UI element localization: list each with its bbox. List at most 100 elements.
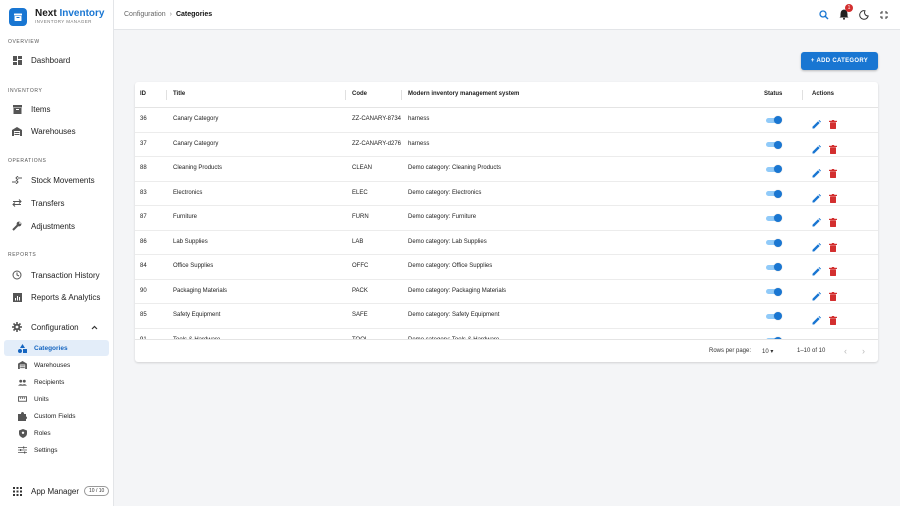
cell-code: ZZ-CANARY-d276 [352,140,402,147]
column-header-description[interactable]: Modern inventory management system [408,91,519,97]
sidebar-item-items[interactable]: Items [6,99,108,119]
table-row[interactable]: 86 Lab Supplies LAB Demo category: Lab Supp… [135,231,878,255]
sidebar-subitem-roles[interactable]: Roles [4,425,109,441]
status-toggle[interactable] [766,312,782,320]
delete-icon[interactable] [829,312,837,325]
table-row[interactable]: 37 Canary Category ZZ-CANARY-d276 harness [135,133,878,157]
table-row[interactable]: 36 Canary Category ZZ-CANARY-8734 harness [135,108,878,133]
stock-movements-icon [12,175,22,185]
edit-icon[interactable] [812,263,821,276]
cell-description: harness [408,140,430,147]
dashboard-icon [12,55,22,65]
column-header-status[interactable]: Status [764,91,782,97]
table-body: 36 Canary Category ZZ-CANARY-8734 harness 37… [135,108,878,340]
sidebar-item-reports-analytics[interactable]: Reports & Analytics [6,287,108,307]
delete-icon[interactable] [829,141,837,154]
edit-icon[interactable] [812,214,821,227]
column-header-title[interactable]: Title [173,91,185,97]
table-row[interactable]: 88 Cleaning Products CLEAN Demo category: C… [135,157,878,182]
search-icon[interactable] [817,8,830,21]
cell-id: 37 [140,140,147,147]
edit-icon[interactable] [812,165,821,178]
sidebar-subitem-warehouses[interactable]: Warehouses [4,357,109,373]
status-toggle[interactable] [766,189,782,198]
breadcrumb: Configuration › Categories [124,11,212,18]
sidebar-item-warehouses[interactable]: Warehouses [6,121,108,141]
breadcrumb-parent-link[interactable]: Configuration [124,11,166,18]
delete-icon[interactable] [829,263,837,276]
edit-icon[interactable] [812,141,821,153]
sidebar-item-label: Transaction History [31,270,100,280]
delete-icon[interactable] [829,165,837,178]
table-row[interactable]: 90 Packaging Materials PACK Demo category: … [135,280,878,304]
cell-description: Demo category: Furniture [408,214,477,220]
analytics-icon [12,292,22,302]
rows-per-page-select[interactable]: 10 ▾ [762,348,773,355]
status-toggle[interactable] [766,214,782,222]
cell-description: Demo category: Lab Supplies [408,238,487,245]
edit-icon[interactable] [812,288,821,300]
notification-count-badge: 1 [845,4,853,12]
status-toggle[interactable] [766,140,782,149]
table-row[interactable]: 87 Furniture FURN Demo category: Furniture [135,206,878,231]
edit-icon[interactable] [812,190,821,202]
column-divider [345,90,346,100]
delete-icon[interactable] [829,190,837,203]
delete-icon[interactable] [829,239,837,252]
transfers-icon [12,198,22,208]
status-toggle[interactable] [766,238,782,247]
sidebar-item-configuration[interactable]: Configuration [6,317,108,337]
status-toggle[interactable] [766,116,782,124]
column-header-id[interactable]: ID [140,91,146,97]
column-divider [401,90,402,100]
toggle-knob [774,116,782,124]
previous-page-button[interactable]: ‹ [844,346,847,356]
brand-name-part2: Inventory [59,8,105,19]
status-toggle[interactable] [766,287,782,296]
cell-code: PACK [352,287,368,294]
toggle-knob [774,312,782,320]
table-row[interactable]: 85 Safety Equipment SAFE Demo category: Saf… [135,304,878,329]
sidebar-item-dashboard[interactable]: Dashboard [6,50,108,70]
sidebar-item-label: Configuration [31,322,79,332]
warehouse-icon [18,361,27,370]
table-row[interactable]: 84 Office Supplies OFFC Demo category: Offi… [135,255,878,280]
next-page-button[interactable]: › [862,346,865,356]
sidebar-item-label: Reports & Analytics [31,292,101,302]
delete-icon[interactable] [829,288,837,301]
topbar: Configuration › Categories 1 [114,0,900,30]
breadcrumb-current: Categories [175,11,213,18]
sidebar-subitem-custom-fields[interactable]: Custom Fields [4,408,109,424]
cell-description: Demo category: Packaging Materials [408,287,507,294]
add-category-button[interactable]: + ADD CATEGORY [801,52,878,70]
sidebar-subitem-settings[interactable]: Settings [4,442,109,458]
edit-icon[interactable] [812,312,821,325]
delete-icon[interactable] [829,214,837,227]
column-header-code[interactable]: Code [352,91,367,97]
sidebar-item-stock-movements[interactable]: Stock Movements [6,170,108,190]
brand-name: Next Inventory [35,9,104,19]
sidebar-item-label: Adjustments [31,221,76,231]
delete-icon[interactable] [829,116,837,129]
sidebar-subitem-units[interactable]: Units [4,391,109,407]
app-manager-button[interactable]: App Manager 10 / 10 [6,482,110,500]
cell-code: SAFE [352,312,368,318]
sidebar-item-transfers[interactable]: Transfers [6,193,108,213]
sidebar-subitem-recipients[interactable]: Recipients [4,374,109,390]
sidebar-subitem-categories[interactable]: Categories [4,340,109,356]
table-row[interactable]: 83 Electronics ELEC Demo category: Electron… [135,182,878,206]
status-toggle[interactable] [766,263,782,271]
cell-title: Cleaning Products [173,165,223,171]
apps-grid-icon [12,486,22,496]
edit-icon[interactable] [812,116,821,129]
sidebar-item-transaction-history[interactable]: Transaction History [6,265,108,285]
brand[interactable]: Next Inventory INVENTORY MANAGER [0,2,113,32]
edit-icon[interactable] [812,239,821,251]
dark-mode-toggle-icon[interactable] [857,8,870,21]
notifications-bell-icon[interactable]: 1 [837,4,853,21]
collapse-icon[interactable] [877,8,890,21]
sidebar-item-adjustments[interactable]: Adjustments [6,216,108,236]
cell-id: 86 [140,238,147,245]
status-toggle[interactable] [766,165,782,173]
units-icon [18,395,27,404]
